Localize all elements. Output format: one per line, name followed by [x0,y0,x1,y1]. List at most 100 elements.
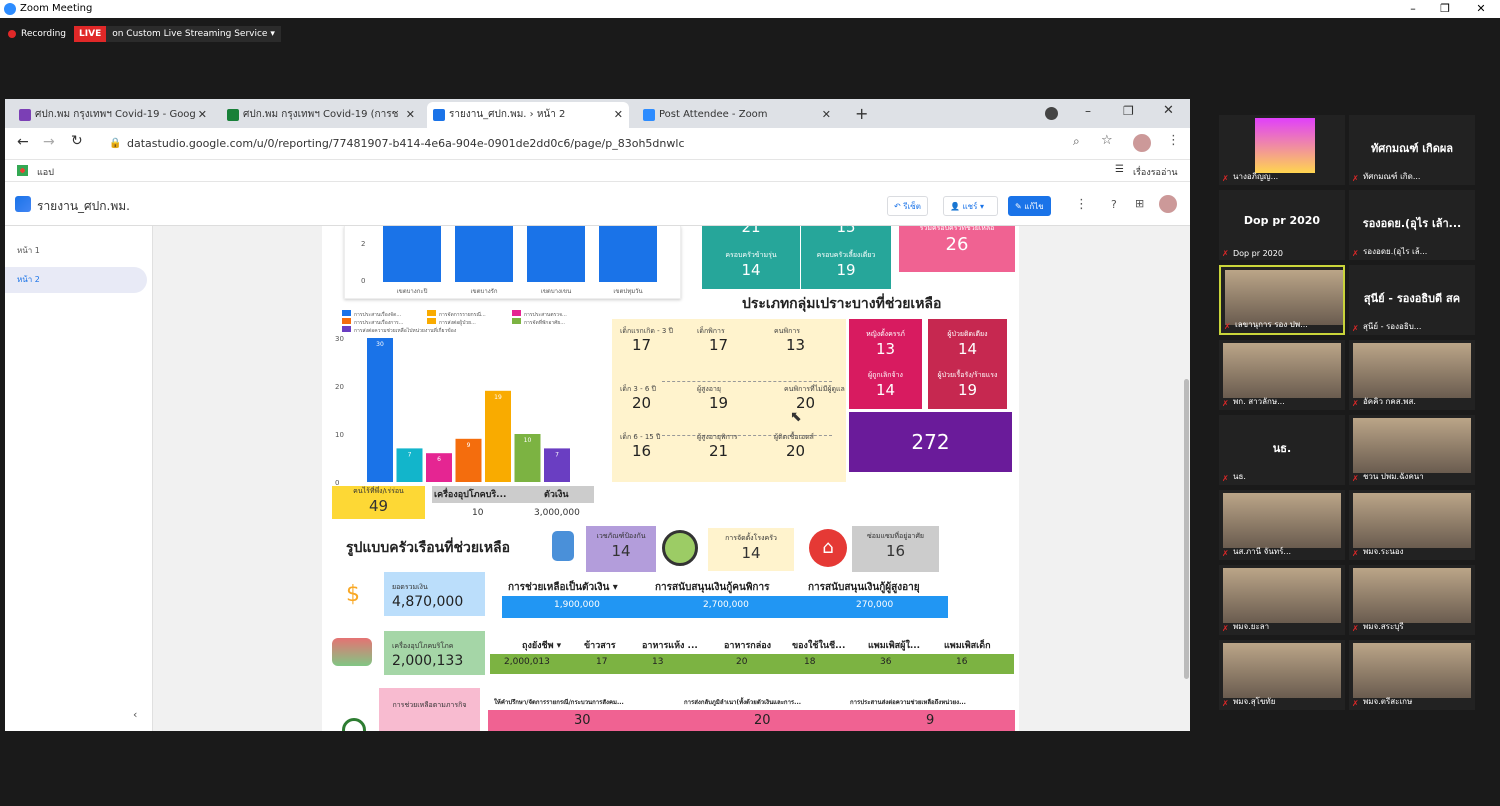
participant-tile[interactable]: ✗ พมจ.สุโขทัย [1219,640,1345,710]
district-bar-chart: 2 0 เขตบางกะปิ เขตบางรัก เขตบางเขน เขตปท… [344,226,681,299]
bar-district-1 [383,226,441,282]
maximize-icon[interactable]: ❐ [1430,0,1460,18]
minimize-icon[interactable]: – [1398,0,1428,18]
participant-tile[interactable]: ✗ พมจ.ตรีสะเกษ [1349,640,1475,710]
participant-tile[interactable]: นธ. ✗ นธ. [1219,415,1345,485]
participant-tile[interactable]: ✗ พมจ.สระบุรี [1349,565,1475,635]
table-header[interactable]: การสนับสนุนเงินกู้ผู้สูงอายุ [808,580,920,595]
table-header[interactable]: การส่งกลับภูมิลำเนา(ทั้งด้วยตัวเงินและกา… [684,697,801,707]
table-header[interactable]: อาหารแห้ง ... [642,638,698,652]
edit-label: แก้ไข [1024,202,1044,211]
menu-kebab-icon[interactable]: ⋮ [1167,133,1180,148]
card-label: การช่วยเหลือตามภารกิจ [392,701,467,709]
close-icon[interactable]: ✕ [1466,0,1496,18]
help-icon[interactable]: ? [1111,198,1117,211]
vulnerable-cell-value: 17 [709,336,729,354]
report-page: 2 0 เขตบางกะปิ เขตบางรัก เขตบางเขน เขตปท… [322,226,1019,731]
reading-list-icon[interactable]: ☰ [1115,164,1124,175]
vertical-scrollbar[interactable] [1184,379,1189,679]
participant-name: อัคคิว กคส.พส. [1363,397,1416,406]
forward-icon[interactable]: → [43,134,55,150]
card-label: ครอบครัวข้ามรุ่น [725,251,777,259]
page-nav-1[interactable]: หน้า 1 [5,238,147,264]
x-tick-label: เขตบางรัก [470,288,498,295]
tab-close-icon[interactable]: ✕ [198,102,207,128]
recording-bar: Recording LIVE on Custom Live Streaming … [4,24,281,44]
account-avatar[interactable] [1159,195,1177,213]
y-tick-label: 0 [361,277,366,285]
tab-close-icon[interactable]: ✕ [406,102,415,128]
tab-search-icon[interactable] [1045,107,1058,120]
participant-tile[interactable]: ✗ พมจ.ยะลา [1219,565,1345,635]
table-header[interactable]: ข้าวสาร [584,638,616,652]
table-header[interactable]: การสนับสนุนเงินกู้คนพิการ [655,580,769,595]
participant-tile[interactable]: ✗ นส.ภานี จันทร์... [1219,490,1345,560]
profile-avatar[interactable] [1133,134,1151,152]
table-header[interactable]: การช่วยเหลือเป็นตัวเงิน ▾ [508,580,618,595]
legend-swatch [342,326,351,332]
address-bar[interactable]: 🔒 datastudio.google.com/u/0/reporting/774… [107,133,1107,155]
y-tick-label: 20 [335,383,344,391]
new-tab-icon[interactable]: + [855,104,868,123]
grid-divider [662,381,832,382]
browser-tab-4[interactable]: Post Attendee - Zoom ✕ [637,102,837,128]
browser-tab-2[interactable]: ศปก.พม กรุงเทพฯ Covid-19 (การช ✕ [221,102,421,128]
page-nav-2[interactable]: หน้า 2 [5,267,147,293]
reset-button[interactable]: ↶ รีเซ็ต [887,196,928,216]
lock-icon: 🔒 [109,138,122,149]
participant-tile[interactable]: ทัศกมณฑ์ เกิดผล ✗ ทัศกมณฑ์ เกิด... [1349,115,1475,185]
share-button[interactable]: 👤 แชร์ ▾ [943,196,998,216]
participant-tile[interactable]: ✗ ชวน ปพม.ฉังคนา [1349,415,1475,485]
muted-mic-icon: ✗ [1222,249,1229,258]
reading-list-link[interactable]: เรื่องรออ่าน [1133,165,1178,179]
back-icon[interactable]: ← [17,134,29,150]
participant-display-name: สุนีย์ - รองอธิบดี สค [1363,292,1461,305]
browser-close-icon[interactable]: ✕ [1163,103,1174,118]
vulnerable-section-title: ประเภทกลุ่มเปราะบางที่ช่วยเหลือ [742,296,942,312]
table-header[interactable]: แพมเพิสผู้ใ... [868,638,920,652]
consumer-value: 10 [472,508,484,518]
browser-minimize-icon[interactable]: – [1085,104,1091,118]
recording-label: Recording [21,29,67,39]
browser-maximize-icon[interactable]: ❐ [1123,104,1134,118]
collapse-sidebar-icon[interactable]: ‹ [133,708,137,721]
reload-icon[interactable]: ↻ [71,133,83,149]
participant-tile[interactable]: ✗ นางอภิญญ... [1219,115,1345,185]
zoom-magnifier-icon[interactable]: ⌕ [1073,134,1080,149]
participant-tile[interactable]: ✗ พมจ.ระนอง [1349,490,1475,560]
browser-tab-3[interactable]: รายงาน_ศปก.พม. › หน้า 2 ✕ [427,102,629,128]
browser-tab-1[interactable]: ศปก.พม กรุงเทพฯ Covid-19 - Goog ✕ [13,102,213,128]
table-header[interactable]: อาหารกล่อง [724,638,771,652]
edit-button[interactable]: ✎ แก้ไข [1008,196,1051,216]
apps-link[interactable]: แอป [37,165,54,179]
bar-district-2 [455,226,513,282]
cell-value: 19 [957,381,978,399]
apps-grid-icon[interactable] [17,165,28,176]
table-header[interactable]: ของใช้ในชี... [792,638,845,652]
participant-tile[interactable]: สุนีย์ - รองอธิบดี สค ✗ สุนีย์ - รองอธิบ..… [1349,265,1475,335]
assistance-bar-chart: การประสานเรื่องจัด... การจัดการรายกรณี...… [327,308,597,488]
participant-name: นส.ภานี จันทร์... [1233,547,1292,556]
tab-close-icon[interactable]: ✕ [614,102,623,128]
bookmark-star-icon[interactable]: ☆ [1101,133,1113,148]
google-apps-icon[interactable]: ⊞ [1135,197,1144,210]
bar-data-label: 7 [555,451,559,458]
participant-tile[interactable]: ✗ อัคคิว กคส.พส. [1349,340,1475,410]
vulnerable-cell-value: 13 [786,336,806,354]
bar-data-label: 7 [408,451,412,458]
participant-tile[interactable]: ✗ เลขานุการ รอง ปพ... [1219,265,1345,335]
table-header[interactable]: ให้คำปรึกษา/จัดการรายกรณี/กระบวนการสังคม… [494,697,624,707]
participant-tile[interactable]: รองอดย.(อุไร เล้า... ✗ รองอดย.(อุไร เล้... [1349,190,1475,260]
more-options-icon[interactable]: ⋮ [1075,197,1088,212]
muted-mic-icon: ✗ [1222,624,1229,633]
cash-header: ตัวเงิน [544,490,569,500]
muted-mic-icon: ✗ [1352,324,1359,333]
table-header[interactable]: การประสานส่งต่อความช่วยเหลือถึงหน่วยง... [850,697,966,707]
table-header[interactable]: ถุงยังชีพ ▾ [522,638,561,652]
participant-tile[interactable]: Dop pr 2020 ✗ Dop pr 2020 [1219,190,1345,260]
table-header[interactable]: แพมเพิสเด็ก [944,638,991,652]
participant-tile[interactable]: ✗ พก. สาวลักษ... [1219,340,1345,410]
stream-service-button[interactable]: on Custom Live Streaming Service ▾ [106,26,281,42]
tab-label: ศปก.พม กรุงเทพฯ Covid-19 - Goog [35,109,196,120]
tab-close-icon[interactable]: ✕ [822,102,831,128]
